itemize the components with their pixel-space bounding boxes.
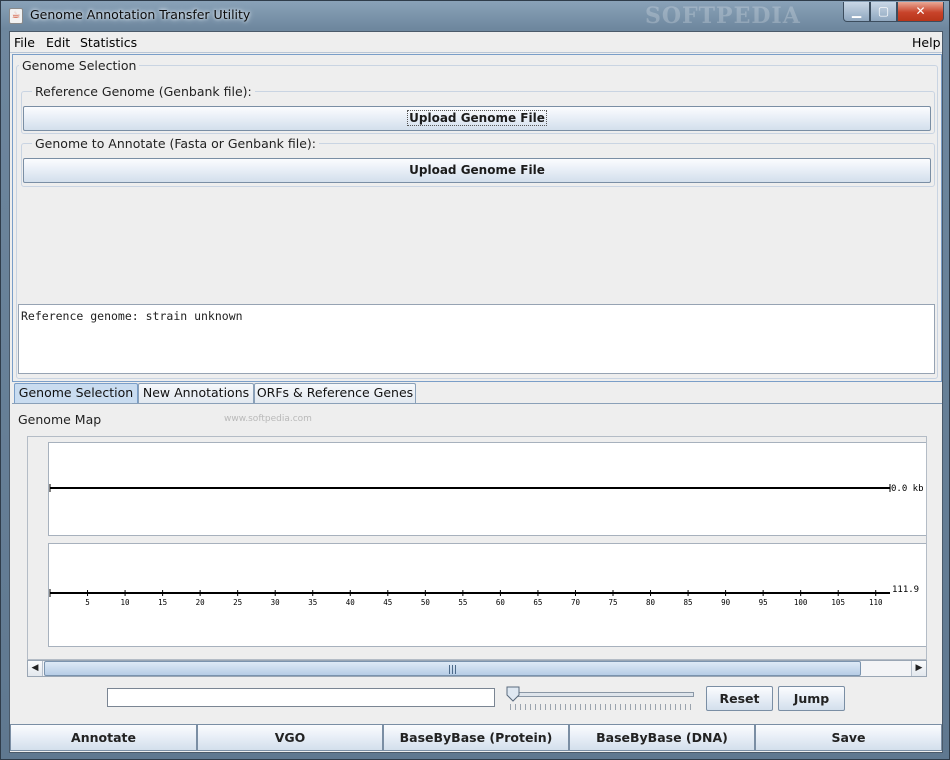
reference-genome-group: Reference Genome (Genbank file): Upload …: [21, 84, 935, 134]
scroll-right-arrow-icon[interactable]: ▶: [911, 661, 926, 676]
menu-bar: File Edit Statistics Help: [10, 32, 942, 53]
ruler-tick-label: 20: [196, 598, 206, 607]
annotate-genome-group: Genome to Annotate (Fasta or Genbank fil…: [21, 136, 935, 187]
java-app-icon: ☕: [9, 8, 23, 24]
ruler-tick-label: 90: [721, 598, 731, 607]
tab-genome-selection[interactable]: Genome Selection: [14, 383, 138, 403]
client-area: File Edit Statistics Help Genome Selecti…: [9, 31, 943, 753]
genome-info-textarea[interactable]: Reference genome: strain unknown: [18, 304, 935, 374]
ruler-tick-label: 30: [271, 598, 281, 607]
jump-button[interactable]: Jump: [778, 686, 845, 711]
application-window: ☕ Genome Annotation Transfer Utility SOF…: [0, 0, 950, 760]
ruler-tick-label: 110: [869, 598, 883, 607]
action-bar: Annotate VGO BaseByBase (Protein) BaseBy…: [10, 724, 942, 752]
basebybase-protein-button[interactable]: BaseByBase (Protein): [383, 724, 569, 751]
upload-annotate-label: Upload Genome File: [409, 163, 545, 177]
title-bar[interactable]: ☕ Genome Annotation Transfer Utility SOF…: [1, 1, 949, 31]
genome-map-panel: Genome Map 0.0 kb 5 10 15 20 25 30 35 40 45 50 55 60…: [12, 408, 942, 680]
scroll-left-arrow-icon[interactable]: ◀: [28, 661, 43, 676]
ruler-tick-label: 50: [421, 598, 431, 607]
ruler-tick-label: 85: [684, 598, 693, 607]
watermark: SOFTPEDIA: [645, 3, 801, 29]
ruler-tick-label: 95: [759, 598, 768, 607]
reference-track-length-label: 0.0 kb: [891, 484, 924, 494]
slider-thumb-icon[interactable]: [506, 686, 520, 702]
basebybase-dna-button[interactable]: BaseByBase (DNA): [569, 724, 755, 751]
minimize-button[interactable]: ▁: [843, 2, 870, 22]
ruler-tick-label: 70: [571, 598, 581, 607]
upload-annotate-genome-button[interactable]: Upload Genome File: [23, 158, 931, 183]
upload-reference-label: Upload Genome File: [407, 110, 547, 126]
ruler-tick-label: 25: [233, 598, 242, 607]
genome-map-title: Genome Map: [18, 412, 102, 427]
slider-track: [510, 692, 694, 697]
genome-map-drawing: 0.0 kb 5 10 15 20 25 30 35 40 45 50 55 60 65 70 75 80 85 9…: [49, 484, 924, 607]
reference-genome-label: Reference Genome (Genbank file):: [32, 84, 255, 99]
scroll-thumb[interactable]: [44, 661, 861, 676]
tab-divider: [12, 403, 942, 404]
window-title: Genome Annotation Transfer Utility: [30, 7, 251, 22]
menu-file[interactable]: File: [14, 35, 35, 50]
ruler-tick-label: 35: [308, 598, 317, 607]
ruler-tick-label: 80: [646, 598, 656, 607]
tab-new-annotations[interactable]: New Annotations: [138, 383, 254, 403]
menu-edit[interactable]: Edit: [46, 35, 70, 50]
ruler-tick-label: 105: [831, 598, 845, 607]
ruler-tick-label: 100: [794, 598, 808, 607]
ruler-tick-label: 55: [458, 598, 467, 607]
ruler-tick-label: 5: [85, 598, 90, 607]
ruler: 0.0 kb 5 10 15 20 25 30 35 40 45 50 55 60 65 70 75 80 85 9…: [49, 484, 924, 607]
position-input[interactable]: [107, 688, 495, 707]
genome-selection-panel: Genome Selection Reference Genome (Genba…: [12, 54, 942, 382]
horizontal-scrollbar[interactable]: ◀ ▶: [27, 660, 927, 677]
genome-map-viewport[interactable]: 0.0 kb 5 10 15 20 25 30 35 40 45 50 55 60 65 70 75 80 85 9…: [27, 436, 927, 660]
grip-icon: [449, 665, 456, 674]
ruler-tick-label: 45: [383, 598, 392, 607]
annotate-track-length-label: 111.9: [892, 585, 919, 595]
tab-bar: Genome Selection New Annotations ORFs & …: [12, 382, 942, 404]
zoom-slider[interactable]: [506, 684, 696, 714]
vgo-button[interactable]: VGO: [197, 724, 383, 751]
annotate-genome-label: Genome to Annotate (Fasta or Genbank fil…: [32, 136, 320, 151]
ruler-tick-label: 65: [533, 598, 542, 607]
slider-ticks: [510, 704, 694, 710]
menu-help[interactable]: Help: [912, 35, 941, 50]
tab-orfs-reference-genes[interactable]: ORFs & Reference Genes: [254, 383, 416, 403]
reset-button[interactable]: Reset: [706, 686, 773, 711]
menu-statistics[interactable]: Statistics: [80, 35, 137, 50]
annotate-button[interactable]: Annotate: [10, 724, 197, 751]
ruler-tick-label: 60: [496, 598, 506, 607]
ruler-tick-label: 15: [158, 598, 167, 607]
ruler-tick-label: 40: [346, 598, 356, 607]
save-button[interactable]: Save: [755, 724, 942, 751]
genome-selection-title: Genome Selection: [19, 58, 140, 73]
upload-reference-genome-button[interactable]: Upload Genome File: [23, 106, 931, 131]
ruler-tick-label: 75: [608, 598, 617, 607]
close-button[interactable]: ✕: [897, 2, 944, 22]
ruler-tick-label: 10: [121, 598, 131, 607]
maximize-button[interactable]: ▢: [870, 2, 897, 22]
